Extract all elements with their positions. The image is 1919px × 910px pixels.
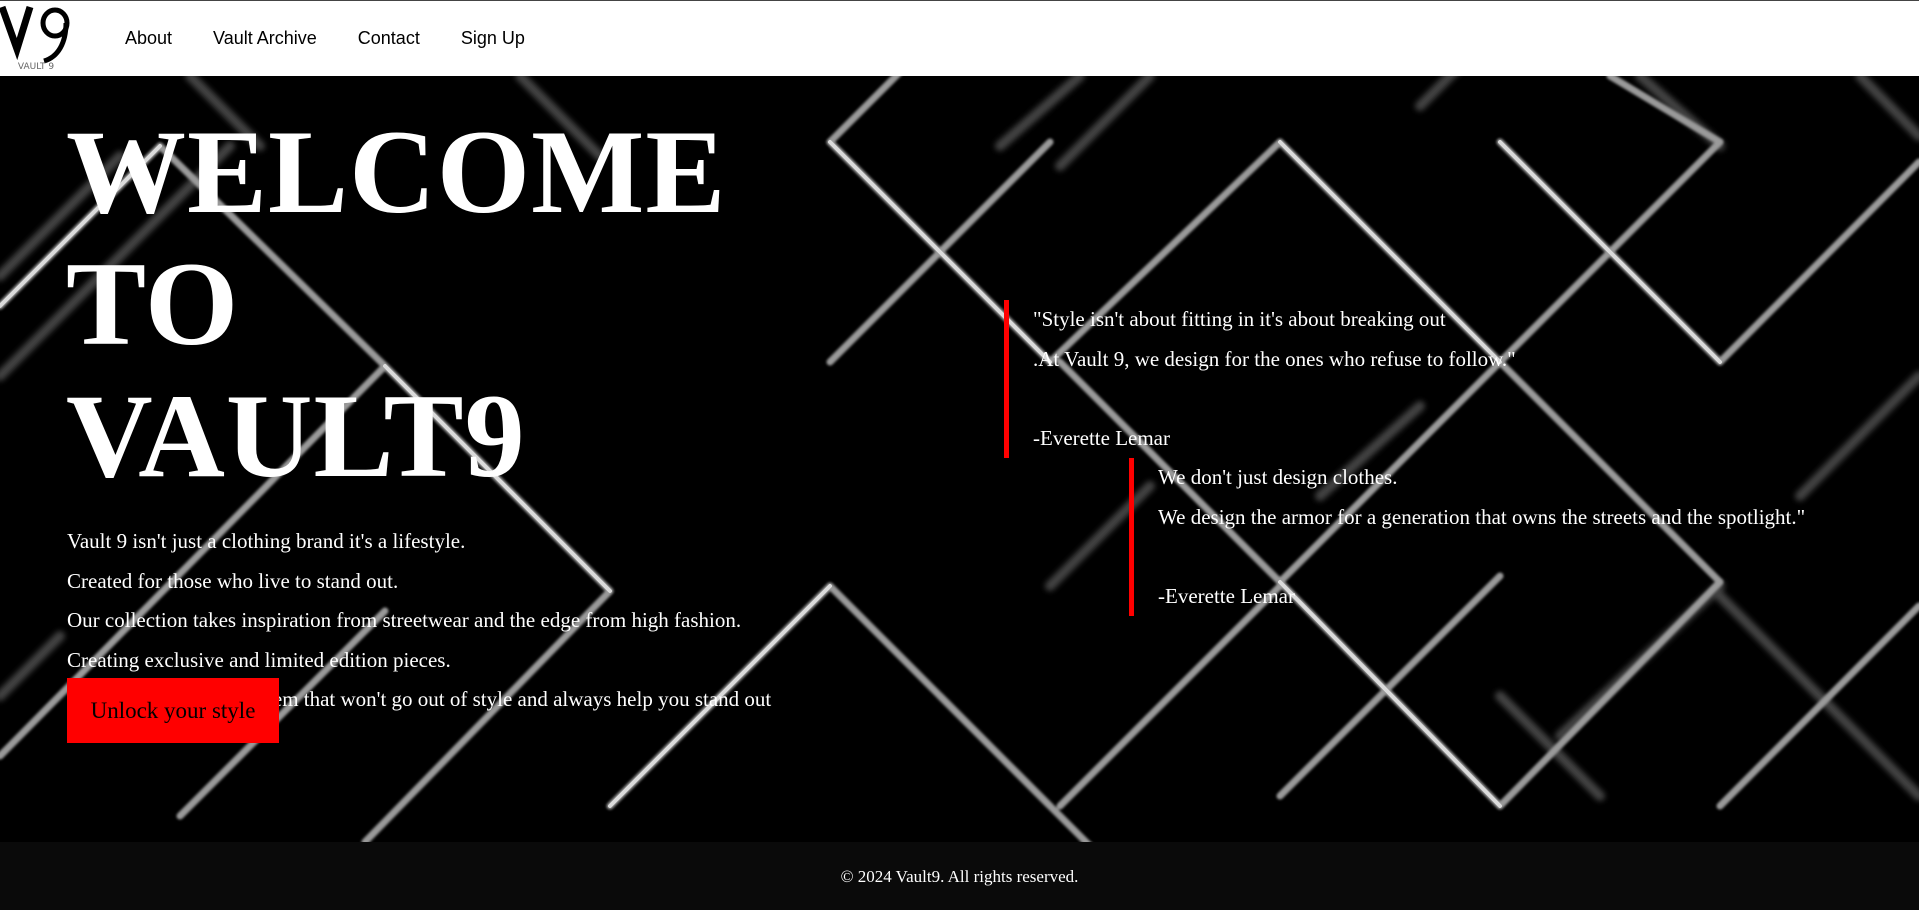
quote-author: -Everette Lemar — [1033, 425, 1170, 450]
nav-link-sign-up[interactable]: Sign Up — [461, 26, 525, 50]
quote-spacer — [1158, 537, 1805, 577]
main-nav: About Vault Archive Contact Sign Up — [125, 26, 566, 50]
quote-block: We don't just design clothes. We design … — [1129, 458, 1805, 616]
quote-line: We design the armor for a generation tha… — [1158, 504, 1806, 529]
hero-title-line: TO — [66, 237, 240, 370]
unlock-style-button[interactable]: Unlock your style — [67, 678, 279, 743]
hero-title-line: VAULT9 — [66, 369, 526, 502]
logo-text: VAULT 9 — [18, 62, 54, 72]
nav-link-contact[interactable]: Contact — [358, 26, 420, 50]
quote-spacer — [1033, 379, 1516, 419]
quote-line: .At Vault 9, we design for the ones who … — [1033, 346, 1516, 371]
nav-link-vault-archive[interactable]: Vault Archive — [213, 26, 317, 50]
hero-description-line: Vault 9 isn't just a clothing brand it's… — [67, 529, 466, 553]
navbar: VAULT 9 About Vault Archive Contact Sign… — [0, 0, 1919, 76]
copyright-text: © 2024 Vault9. All rights reserved. — [840, 867, 1079, 886]
hero-description-line: Created for those who live to stand out. — [67, 568, 399, 593]
vault9-logo-icon: VAULT 9 — [0, 5, 70, 72]
hero-description-line: Creating exclusive and limited edition p… — [67, 647, 451, 672]
hero-description-line: Our collection takes inspiration from st… — [67, 608, 742, 632]
footer: © 2024 Vault9. All rights reserved. — [0, 842, 1919, 910]
quote-author: -Everette Lemar — [1158, 583, 1295, 608]
vault9-logo[interactable]: VAULT 9 — [0, 1, 74, 75]
quote-line: "Style isn't about fitting in it's about… — [1033, 307, 1446, 331]
hero-title: WELCOME TO VAULT9 — [66, 106, 726, 502]
hero-title-line: WELCOME — [66, 105, 727, 238]
quote-line: We don't just design clothes. — [1158, 465, 1398, 489]
nav-link-about[interactable]: About — [125, 26, 172, 50]
quote-block: "Style isn't about fitting in it's about… — [1004, 300, 1516, 458]
hero-section: WELCOME TO VAULT9 Vault 9 isn't just a c… — [0, 76, 1919, 842]
